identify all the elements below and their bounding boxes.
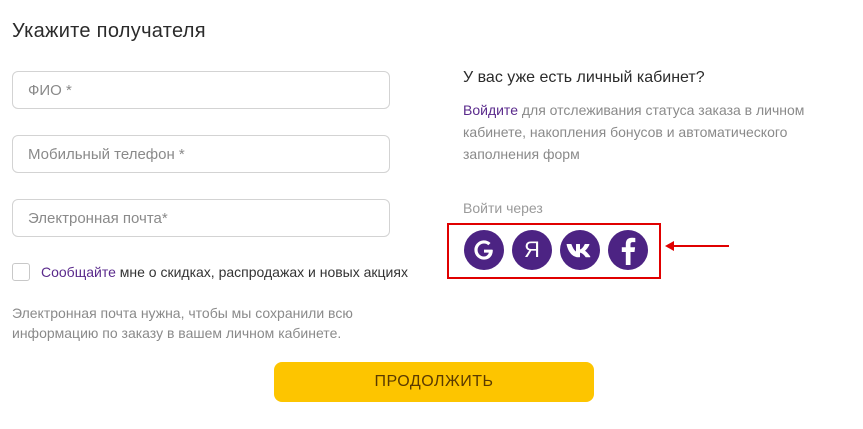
subscribe-checkbox[interactable] bbox=[12, 263, 30, 281]
subscribe-label[interactable]: Сообщайте мне о скидках, распродажах и н… bbox=[41, 264, 408, 280]
login-description: Войдите для отслеживания статуса заказа … bbox=[463, 99, 843, 165]
yandex-login-button[interactable]: Я bbox=[512, 230, 552, 270]
fio-input[interactable] bbox=[13, 72, 389, 108]
email-note: Электронная почта нужна, чтобы мы сохран… bbox=[12, 305, 353, 341]
vk-login-button[interactable] bbox=[560, 230, 600, 270]
login-title: У вас уже есть личный кабинет? bbox=[463, 69, 705, 86]
section-title: Укажите получателя bbox=[12, 20, 206, 42]
subscribe-text: мне о скидках, распродажах и новых акция… bbox=[115, 264, 408, 280]
facebook-icon bbox=[618, 235, 638, 265]
yandex-icon: Я bbox=[524, 237, 540, 262]
phone-field[interactable] bbox=[12, 135, 390, 173]
continue-button[interactable]: ПРОДОЛЖИТЬ bbox=[274, 362, 594, 402]
google-login-button[interactable] bbox=[464, 230, 504, 270]
email-field[interactable] bbox=[12, 199, 390, 237]
arrow-icon bbox=[663, 236, 731, 261]
phone-input[interactable] bbox=[13, 136, 389, 172]
vk-icon bbox=[566, 241, 594, 259]
login-link[interactable]: Войдите bbox=[463, 102, 518, 118]
login-via-label: Войти через bbox=[463, 200, 543, 216]
google-icon bbox=[471, 237, 497, 263]
subscribe-link[interactable]: Сообщайте bbox=[41, 264, 116, 280]
facebook-login-button[interactable] bbox=[608, 230, 648, 270]
fio-field[interactable] bbox=[12, 71, 390, 109]
email-input[interactable] bbox=[13, 200, 389, 236]
